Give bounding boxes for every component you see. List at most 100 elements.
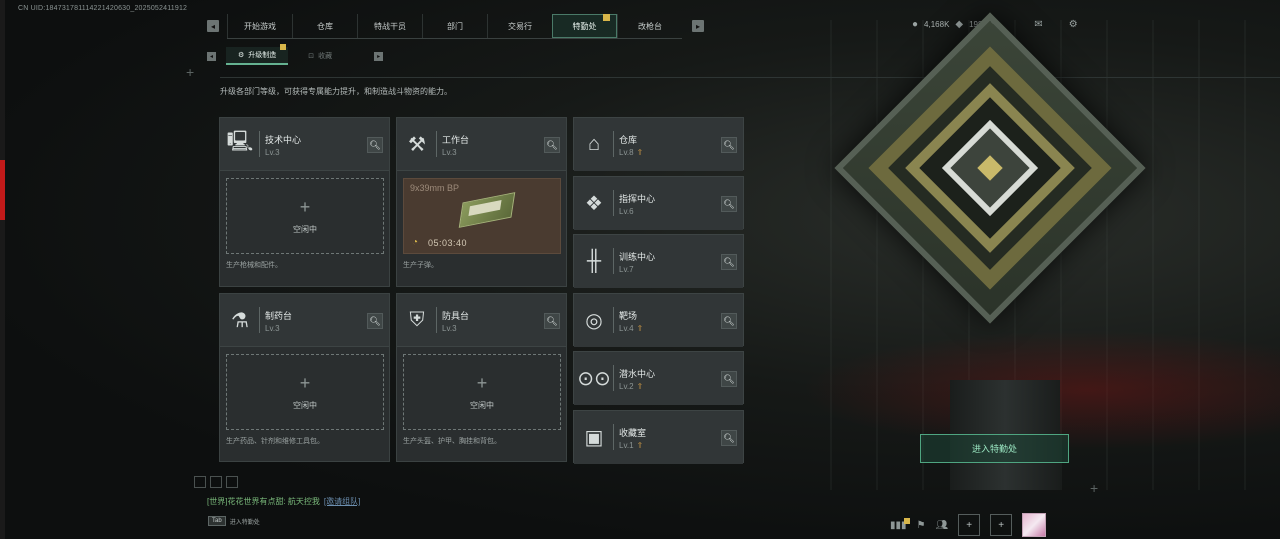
header-divider [613, 365, 614, 391]
facility-header: ❖ 指挥中心 Lv.6 🔍︎ [574, 177, 743, 230]
monitor-icon: 🖳 [226, 131, 254, 153]
header-divider [613, 131, 614, 157]
subnav-next-button[interactable]: ▸ [374, 51, 384, 61]
tab-label: 特勤处 [572, 21, 597, 31]
add-friend-button[interactable]: + [958, 514, 981, 536]
header-divider [613, 190, 614, 216]
search-icon[interactable]: 🔍︎ [721, 430, 737, 446]
uid-text: CN UID:184731781114221420630_20250524119… [18, 5, 188, 12]
warehouse-icon: ⌂ [587, 132, 601, 155]
gear-icon: ⚙ [238, 52, 245, 59]
production-slot[interactable]: + 空闲中 [403, 354, 561, 430]
plus-icon: + [299, 197, 311, 217]
facility-header: ⊙⊙ 潜水中心 Lv.2 ⇑ 🔍︎ [574, 352, 743, 405]
header-divider [220, 77, 1280, 78]
tab-key-hint[interactable]: Tab 进入特勤处 [208, 516, 260, 526]
nav-prev-button[interactable]: ◂ [207, 20, 219, 32]
craft-timer: 05:03:40 [428, 238, 468, 248]
search-icon[interactable]: 🔍︎ [721, 254, 737, 270]
card-footer: 生产子弹。 [403, 262, 438, 269]
facility-name: 工作台 [442, 135, 470, 145]
facility-level: Lv.8 ⇑ [619, 148, 643, 157]
search-icon[interactable]: 🔍︎ [721, 196, 737, 212]
facility-name: 技术中心 [265, 135, 302, 145]
production-slot[interactable]: + 空闲中 [226, 178, 384, 254]
search-icon[interactable]: 🔍︎ [721, 371, 737, 387]
tab-label: 开始游戏 [244, 21, 276, 31]
tab-trading[interactable]: 交易行 [487, 14, 552, 38]
tab-key: Tab [208, 516, 226, 526]
timer-icon: ◔ [412, 237, 419, 248]
tab-hint-label: 进入特勤处 [229, 519, 260, 526]
search-icon[interactable]: 🔍︎ [721, 137, 737, 153]
nav-next-button[interactable]: ▸ [692, 20, 704, 32]
facility-shooting-range[interactable]: ◎ 靶场 Lv.4 ⇑ 🔍︎ [573, 293, 744, 347]
facility-collection-room[interactable]: ▣ 收藏室 Lv.1 ⇑ 🔍︎ [573, 410, 744, 464]
subtab-upgrade-craft[interactable]: ⚙ 升级制造 [226, 44, 289, 65]
slot-status: 空闲中 [470, 401, 494, 410]
facility-name: 仓库 [619, 135, 638, 145]
card-workbench[interactable]: ⚒ 工作台 Lv.3 🔍︎ 9x39mm BP ◔ 05:03:40 生产子弹。 [396, 117, 567, 287]
facility-training-center[interactable]: ╫ 训练中心 Lv.7 🔍︎ [573, 234, 744, 288]
avatar[interactable] [1022, 513, 1047, 537]
search-icon[interactable]: 🔍︎ [544, 313, 560, 329]
tab-warehouse[interactable]: 仓库 [292, 14, 357, 38]
card-header: ⚒ 工作台 Lv.3 🔍︎ [397, 118, 566, 171]
settings-gear-icon[interactable]: ⚙ [1069, 19, 1078, 30]
crafting-slot[interactable]: 9x39mm BP ◔ 05:03:40 [403, 178, 561, 254]
collection-icon: ▣ [584, 426, 604, 449]
notification-badge [603, 14, 610, 21]
header-divider [259, 131, 260, 157]
notification-badge [280, 44, 287, 50]
facility-level: Lv.6 [619, 207, 634, 216]
crosshair-icon: + [1090, 480, 1099, 496]
ticket-icon[interactable]: ◆ [955, 19, 963, 30]
facility-level: Lv.2 ⇑ [619, 382, 643, 391]
chat-message: 花花世界有点甜: 航天控我 [227, 497, 320, 506]
facility-diving-center[interactable]: ⊙⊙ 潜水中心 Lv.2 ⇑ 🔍︎ [573, 351, 744, 405]
command-icon: ❖ [585, 192, 603, 215]
tab-departments[interactable]: 部门 [422, 14, 487, 38]
subnav-prev-button[interactable]: ◂ [207, 51, 216, 61]
header-divider [613, 424, 614, 450]
flag-icon[interactable]: ⚑ [917, 520, 926, 531]
add-party-button[interactable]: + [990, 514, 1013, 536]
level-text: Lv.4 [619, 324, 634, 333]
facility-name: 潜水中心 [619, 369, 656, 379]
card-pharmacy[interactable]: ⚗ 制药台 Lv.3 🔍︎ + 空闲中 生产药品、针剂和维修工具包。 [219, 293, 390, 462]
subtab-label: 收藏 [318, 53, 333, 60]
card-tech-center[interactable]: 🖳 技术中心 Lv.3 🔍︎ + 空闲中 生产枪械和配件。 [219, 117, 390, 287]
sub-nav: ◂ ⚙ 升级制造 ⊡ 收藏 ▸ [207, 44, 384, 65]
friends-icon[interactable]: 👥︎ [935, 520, 948, 531]
upgrade-arrow-icon: ⇑ [636, 324, 644, 333]
level-text: Lv.1 [619, 441, 634, 450]
tab-operators[interactable]: 特战干员 [357, 14, 422, 38]
search-icon[interactable]: 🔍︎ [367, 313, 383, 329]
production-slot[interactable]: + 空闲中 [226, 354, 384, 430]
tools-icon: ⚒ [408, 133, 426, 156]
chat-line[interactable]: [世界]花花世界有点甜: 航天控我 [邀请组队] [207, 496, 360, 507]
facility-command-center[interactable]: ❖ 指挥中心 Lv.6 🔍︎ [573, 176, 744, 230]
search-icon[interactable]: 🔍︎ [367, 137, 383, 153]
level-text: Lv.2 [619, 382, 634, 391]
card-armor[interactable]: ⛨ 防具台 Lv.3 🔍︎ + 空闲中 生产头盔、护甲、胸挂和背包。 [396, 293, 567, 462]
tab-label: 部门 [447, 21, 463, 31]
header-divider [613, 248, 614, 274]
search-icon[interactable]: 🔍︎ [544, 137, 560, 153]
tab-special-ops[interactable]: 特勤处 [552, 14, 617, 38]
tab-start-game[interactable]: 开始游戏 [227, 14, 292, 38]
card-header: 🖳 技术中心 Lv.3 🔍︎ [220, 118, 389, 171]
header-divider [436, 307, 437, 333]
enter-special-ops-button[interactable]: 进入特勤处 [920, 434, 1069, 463]
stats-icon[interactable]: ▮▮▮ [890, 517, 910, 531]
search-icon[interactable]: 🔍︎ [721, 313, 737, 329]
facility-name: 指挥中心 [619, 194, 656, 204]
target-icon: ◎ [585, 309, 603, 332]
crosshair-icon: + [186, 64, 195, 80]
facility-name: 靶场 [619, 311, 638, 321]
mail-icon[interactable]: ✉ [1034, 19, 1042, 30]
subtab-collection[interactable]: ⊡ 收藏 [296, 47, 344, 65]
facility-warehouse[interactable]: ⌂ 仓库 Lv.8 ⇑ 🔍︎ [573, 117, 744, 171]
tab-gunsmith[interactable]: 改枪台 [617, 14, 682, 38]
chat-invite-link[interactable]: [邀请组队] [324, 497, 360, 506]
